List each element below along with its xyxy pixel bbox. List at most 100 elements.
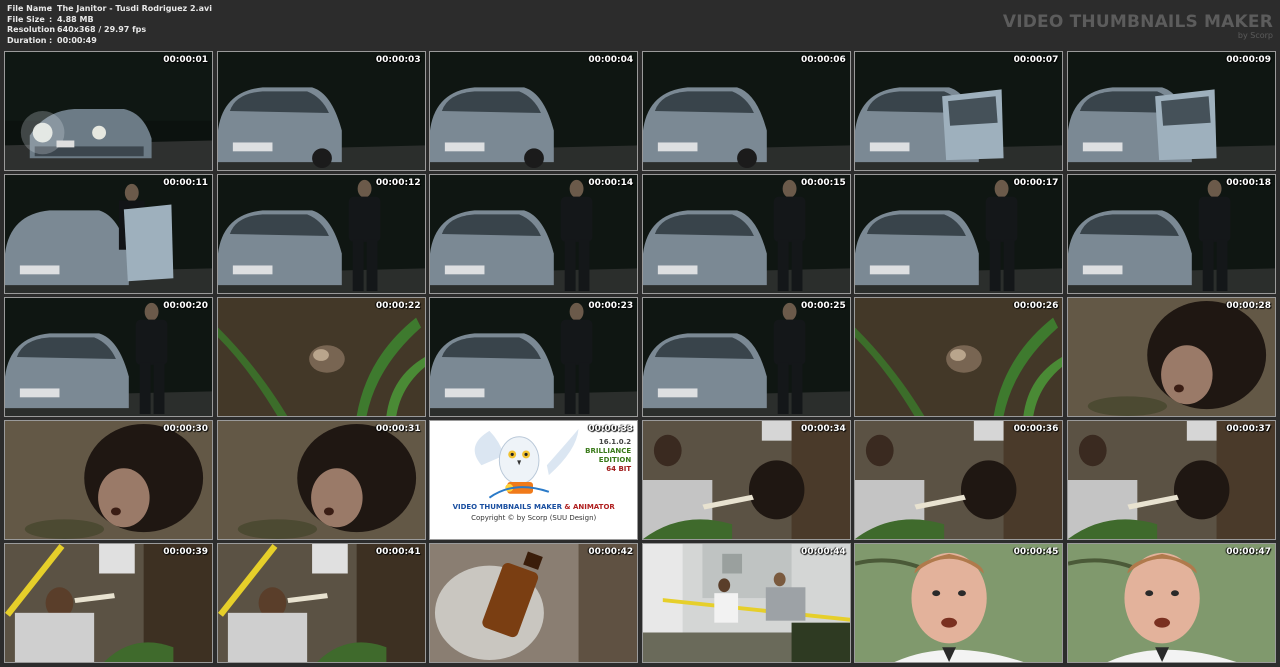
thumbnail-frame[interactable]: 00:00:45 [854, 543, 1064, 663]
thumbnail-image [217, 298, 425, 416]
thumbnail-frame[interactable]: 00:00:37 [1066, 420, 1276, 540]
thumbnail-frame[interactable]: 00:00:25 [641, 297, 851, 417]
info-label: Resolution [7, 25, 56, 35]
thumbnail-timestamp: 00:00:44 [801, 547, 846, 557]
thumbnail-frame[interactable]: 00:00:03 [216, 51, 426, 171]
thumbnail-frame[interactable]: 00:00:06 [641, 51, 851, 171]
thumbnail-frame[interactable]: 00:00:41 [216, 543, 426, 663]
thumbnail-frame[interactable]: 00:00:42 [429, 543, 639, 663]
thumbnail-frame[interactable]: 00:00:15 [641, 174, 851, 294]
thumbnail-timestamp: 00:00:39 [163, 547, 208, 557]
thumbnail-image [5, 52, 212, 170]
thumbnail-image [217, 544, 425, 662]
thumbnail-frame[interactable]: 00:00:36 [854, 420, 1064, 540]
thumbnail-image [217, 52, 425, 170]
thumbnail-timestamp: 00:00:37 [1226, 424, 1271, 434]
thumbnail-image [1067, 175, 1275, 293]
thumbnail-image [430, 52, 638, 170]
thumbnail-timestamp: 00:00:15 [801, 178, 846, 188]
thumbnail-frame[interactable]: 00:00:07 [854, 51, 1064, 171]
thumbnail-image [855, 421, 1063, 539]
thumbnail-frame[interactable]: 00:00:23 [429, 297, 639, 417]
info-value: 4.88 MB [57, 14, 94, 24]
thumbnail-timestamp: 00:00:34 [801, 424, 846, 434]
thumbnail-timestamp: 00:00:36 [1013, 424, 1059, 434]
thumbnail-image [855, 298, 1063, 416]
thumbnail-frame[interactable]: 16.1.0.2 BRILLIANCE EDITION 64 BIT VIDEO… [429, 420, 639, 540]
thumbnail-timestamp: 00:00:11 [163, 178, 208, 188]
thumbnail-timestamp: 00:00:33 [588, 424, 634, 434]
thumbnail-frame[interactable]: 00:00:18 [1066, 174, 1276, 294]
thumbnail-image [642, 421, 850, 539]
brand-logo: VIDEO THUMBNAILS MAKER by Scorp [1003, 13, 1273, 40]
file-info: File Name : The Janitor - Tusdi Rodrigue… [7, 4, 212, 46]
info-row-duration: Duration : 00:00:49 [7, 36, 212, 47]
thumbnail-frame[interactable]: 00:00:12 [216, 174, 426, 294]
thumbnail-image [1067, 421, 1275, 539]
thumbnail-image [5, 175, 212, 293]
info-label: File Size [7, 14, 45, 24]
thumbnail-timestamp: 00:00:42 [588, 547, 634, 557]
info-value: 640x368 / 29.97 fps [57, 25, 147, 35]
thumbnail-frame[interactable]: 00:00:47 [1066, 543, 1276, 663]
info-value: 00:00:49 [57, 35, 97, 45]
info-separator: : [49, 35, 53, 45]
info-value: The Janitor - Tusdi Rodriguez 2.avi [57, 4, 212, 13]
thumbnail-frame[interactable]: 00:00:44 [641, 543, 851, 663]
thumbnail-frame[interactable]: 00:00:34 [641, 420, 851, 540]
thumbnail-timestamp: 00:00:14 [588, 178, 634, 188]
thumbnail-frame[interactable]: 00:00:39 [4, 543, 213, 663]
info-label: File Name [7, 4, 53, 13]
thumbnail-image [855, 544, 1063, 662]
contact-sheet: File Name : The Janitor - Tusdi Rodrigue… [0, 0, 1280, 667]
thumbnail-timestamp: 00:00:20 [163, 301, 208, 311]
thumbnail-frame[interactable]: 00:00:14 [429, 174, 639, 294]
thumbnail-image [217, 175, 425, 293]
thumbnail-image [430, 544, 638, 662]
thumbnail-image [5, 298, 212, 416]
info-row-file-name: File Name : The Janitor - Tusdi Rodrigue… [7, 4, 212, 15]
thumbnail-timestamp: 00:00:22 [375, 301, 421, 311]
thumbnail-timestamp: 00:00:30 [163, 424, 208, 434]
thumbnail-image [5, 544, 212, 662]
info-row-file-size: File Size : 4.88 MB [7, 15, 212, 26]
thumbnail-image [5, 421, 212, 539]
thumbnail-frame[interactable]: 00:00:17 [854, 174, 1064, 294]
thumbnail-timestamp: 00:00:12 [375, 178, 421, 188]
thumbnail-image [642, 175, 850, 293]
splash-name-part2: & ANIMATOR [564, 503, 615, 511]
thumbnail-timestamp: 00:00:28 [1226, 301, 1271, 311]
thumbnail-frame[interactable]: 00:00:30 [4, 420, 213, 540]
thumbnail-frame[interactable]: 00:00:22 [216, 297, 426, 417]
thumbnail-frame[interactable]: 00:00:01 [4, 51, 213, 171]
thumbnail-frame[interactable]: 00:00:28 [1066, 297, 1276, 417]
thumbnail-frame[interactable]: 00:00:04 [429, 51, 639, 171]
thumbnail-timestamp: 00:00:07 [1013, 55, 1059, 65]
splash-copyright: Copyright © by Scorp (SUU Design) [471, 514, 597, 522]
thumbnail-timestamp: 00:00:23 [588, 301, 634, 311]
thumbnail-timestamp: 00:00:04 [588, 55, 634, 65]
thumbnail-frame[interactable]: 00:00:31 [216, 420, 426, 540]
thumbnail-image [855, 175, 1063, 293]
thumbnail-image [430, 175, 638, 293]
splash-product-name: VIDEO THUMBNAILS MAKER & ANIMATOR [430, 503, 637, 511]
thumbnail-timestamp: 00:00:31 [375, 424, 421, 434]
thumbnail-image [1067, 298, 1275, 416]
thumbnail-image [642, 298, 850, 416]
splash-version: 16.1.0.2 [598, 438, 632, 446]
thumbnail-timestamp: 00:00:06 [801, 55, 846, 65]
thumbnail-frame[interactable]: 00:00:11 [4, 174, 213, 294]
thumbnail-image [430, 298, 638, 416]
thumbnail-image [855, 52, 1063, 170]
thumbnail-timestamp: 00:00:26 [1013, 301, 1059, 311]
info-row-resolution: Resolution : 640x368 / 29.97 fps [7, 25, 212, 36]
thumbnail-frame[interactable]: 00:00:26 [854, 297, 1064, 417]
thumbnail-image [642, 52, 850, 170]
thumbnail-frame[interactable]: 00:00:09 [1066, 51, 1276, 171]
splash-name-part1: VIDEO THUMBNAILS MAKER [452, 503, 562, 511]
thumbnail-image [1067, 52, 1275, 170]
thumbnail-timestamp: 00:00:25 [801, 301, 846, 311]
thumbnail-timestamp: 00:00:41 [375, 547, 421, 557]
thumbnail-frame[interactable]: 00:00:20 [4, 297, 213, 417]
info-separator: : [49, 4, 53, 13]
